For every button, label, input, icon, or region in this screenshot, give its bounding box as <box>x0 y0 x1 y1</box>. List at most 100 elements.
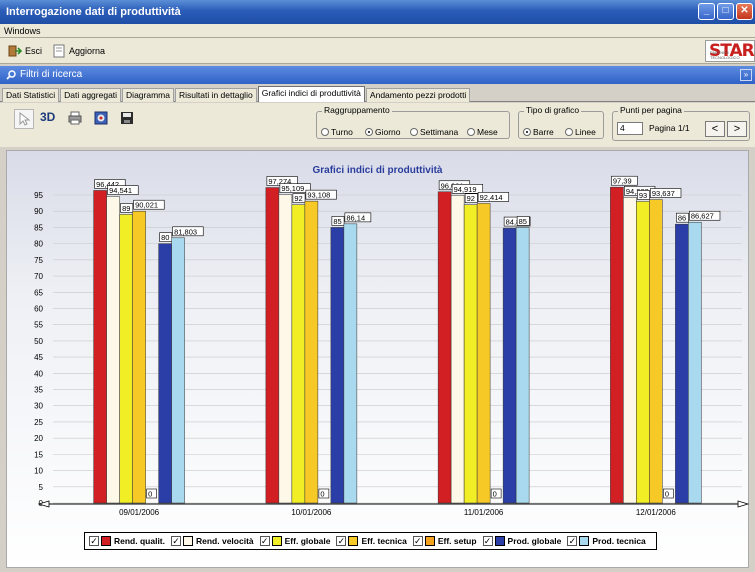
close-button[interactable]: ✕ <box>736 3 753 20</box>
data-label: 90,021 <box>135 201 158 210</box>
legend-item[interactable]: ✓ Eff. tecnica <box>336 536 407 546</box>
radio-label: Mese <box>477 127 498 137</box>
y-tick-label: 70 <box>34 272 43 281</box>
data-label: 85 <box>519 217 527 226</box>
menu-windows[interactable]: Windows <box>4 26 41 36</box>
data-label: 93,637 <box>652 189 675 198</box>
menu-bar: Windows <box>0 24 755 38</box>
data-label: 95,109 <box>281 184 304 193</box>
legend-item[interactable]: ✓ Eff. globale <box>259 536 331 546</box>
bar <box>675 223 689 504</box>
data-label: 85 <box>333 217 341 226</box>
window-title: Interrogazione dati di produttività <box>6 6 181 18</box>
x-tick-label: 10/01/2006 <box>291 508 332 517</box>
radio-dot-selected <box>523 128 531 136</box>
radio-dot-selected <box>365 128 373 136</box>
radio-giorno[interactable]: Giorno <box>365 127 401 137</box>
y-tick-label: 40 <box>34 369 43 378</box>
legend-item[interactable]: ✓ Eff. setup <box>412 536 477 546</box>
radio-barre[interactable]: Barre <box>523 127 554 137</box>
chart-image-icon[interactable] <box>94 111 108 125</box>
bar <box>343 223 358 504</box>
legend-checkbox[interactable]: ✓ <box>89 536 99 546</box>
radio-mese[interactable]: Mese <box>467 127 498 137</box>
radio-label: Turno <box>331 127 353 137</box>
maximize-button[interactable]: □ <box>717 3 734 20</box>
tab-diagramma[interactable]: Diagramma <box>122 88 174 102</box>
bar <box>502 227 517 504</box>
bar <box>304 200 319 504</box>
y-tick-label: 5 <box>39 483 44 492</box>
save-icon[interactable] <box>120 111 134 125</box>
refresh-button[interactable]: Aggiorna <box>52 43 105 59</box>
tab-dati-aggregati[interactable]: Dati aggregati <box>60 88 122 102</box>
minimize-button[interactable]: _ <box>698 3 715 20</box>
radio-label: Linee <box>575 127 596 137</box>
bar <box>688 221 702 504</box>
data-label: 89 <box>122 204 130 213</box>
legend-label: Rend. qualit. <box>114 536 165 546</box>
legend-swatch <box>348 536 359 546</box>
y-tick-label: 75 <box>34 256 43 265</box>
exit-icon <box>8 45 22 57</box>
y-tick-label: 85 <box>34 223 43 232</box>
legend-checkbox[interactable]: ✓ <box>171 536 181 546</box>
logo-subtitle: PARTNER TECNOLOGICO <box>710 50 740 60</box>
tab-grafici-indici[interactable]: Grafici indici di produttività <box>257 86 365 102</box>
legend-checkbox[interactable]: ✓ <box>412 536 423 546</box>
radio-settimana[interactable]: Settimana <box>410 127 458 137</box>
data-label: 92 <box>467 194 475 203</box>
y-tick-label: 55 <box>34 321 43 330</box>
radio-turno[interactable]: Turno <box>321 127 353 137</box>
y-tick-label: 65 <box>34 288 43 297</box>
legend-checkbox[interactable]: ✓ <box>567 536 578 546</box>
legend-item[interactable]: ✓ Rend. velocità <box>171 536 254 546</box>
data-label: 94,541 <box>109 186 132 195</box>
data-label: 80 <box>161 233 169 242</box>
bar <box>437 191 452 504</box>
x-tick-label: 12/01/2006 <box>636 508 677 517</box>
y-tick-label: 45 <box>34 353 43 362</box>
pointer-tool-button[interactable] <box>14 109 34 129</box>
legend-label: Eff. setup <box>437 536 477 546</box>
legend-item[interactable]: ✓ Rend. qualit. <box>89 536 165 546</box>
y-tick-label: 20 <box>34 434 43 443</box>
tab-andamento-pezzi[interactable]: Andamento pezzi prodotti <box>365 88 471 102</box>
print-icon[interactable] <box>68 111 82 125</box>
y-tick-label: 10 <box>34 467 43 476</box>
data-label: 92,414 <box>480 193 503 202</box>
tab-risultati-dettaglio[interactable]: Risultati in dettaglio <box>174 88 257 102</box>
radio-linee[interactable]: Linee <box>565 127 596 137</box>
radio-dot <box>467 128 475 136</box>
search-icon <box>6 70 16 80</box>
refresh-label: Aggiorna <box>69 46 106 56</box>
filter-panel-header[interactable]: Filtri di ricerca » <box>0 66 755 84</box>
tab-strip: Dati Statistici Dati aggregati Diagramma… <box>0 86 755 102</box>
legend-item[interactable]: ✓ Prod. tecnica <box>567 536 646 546</box>
data-label: 0 <box>665 490 669 499</box>
y-tick-label: 30 <box>34 402 43 411</box>
window-controls: _ □ ✕ <box>698 3 753 20</box>
refresh-icon <box>53 44 65 58</box>
legend-checkbox[interactable]: ✓ <box>259 536 270 546</box>
bar <box>330 227 345 504</box>
data-label: 81,803 <box>174 227 197 236</box>
bar <box>636 201 650 504</box>
legend-item[interactable]: ✓ Prod. globale <box>482 536 561 546</box>
legend-checkbox[interactable]: ✓ <box>482 536 493 546</box>
legend-checkbox[interactable]: ✓ <box>336 536 347 546</box>
radio-dot <box>321 128 329 136</box>
bar <box>132 210 146 504</box>
legend-label: Prod. tecnica <box>592 536 646 546</box>
legend-label: Eff. globale <box>284 536 331 546</box>
next-page-button[interactable]: > <box>727 121 747 137</box>
prev-page-button[interactable]: < <box>705 121 725 137</box>
y-tick-label: 50 <box>34 337 43 346</box>
tab-dati-statistici[interactable]: Dati Statistici <box>2 88 60 102</box>
window-titlebar: Interrogazione dati di produttività _ □ … <box>0 0 755 24</box>
view-3d-toggle[interactable]: 3D <box>40 110 55 124</box>
collapse-button[interactable]: » <box>740 69 752 81</box>
points-per-page-stepper[interactable]: 4 <box>617 122 643 135</box>
exit-button[interactable]: Esci <box>8 43 42 59</box>
points-per-page-group: Punti per pagina 4 Pagina 1/1 < > <box>612 105 750 141</box>
